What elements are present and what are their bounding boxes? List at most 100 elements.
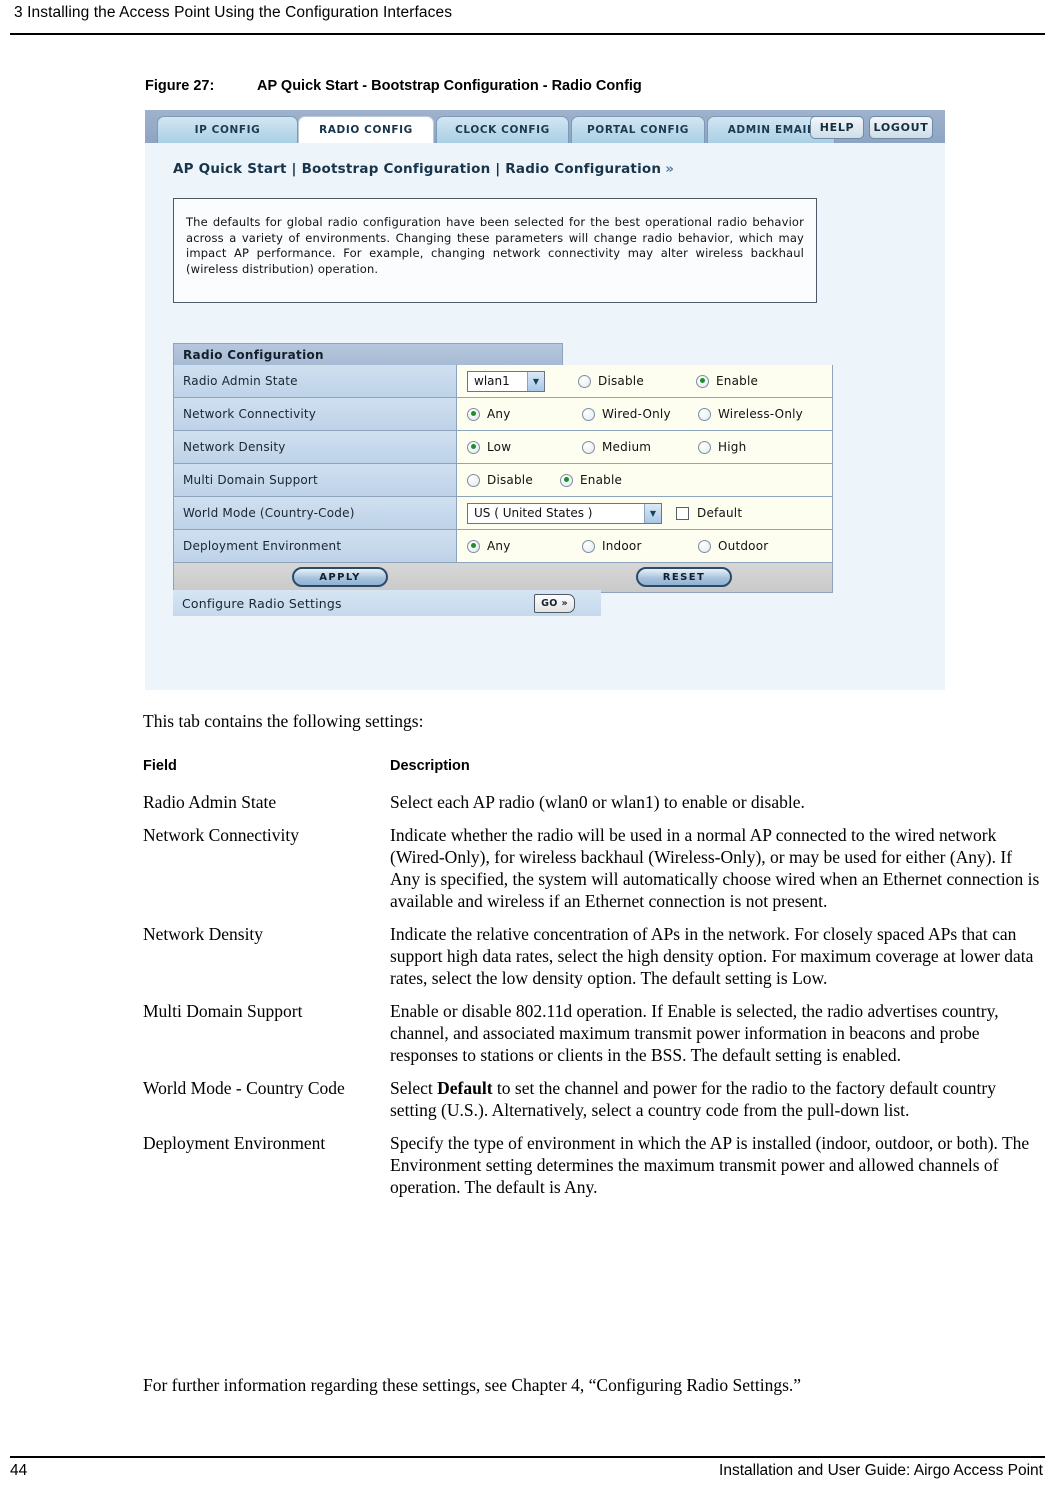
reset-button-label: RESET: [662, 571, 706, 583]
field-control: Any Indoor Outdoor: [457, 530, 832, 562]
table-row: Network Connectivity Indicate whether th…: [143, 824, 1045, 912]
form-row-network-connectivity: Network Connectivity Any Wired-Only Wire…: [173, 398, 833, 431]
radio-dot-icon: [698, 407, 711, 421]
field-control: wlan1 ▼ Disable Enable: [457, 365, 832, 397]
chevron-down-icon: ▼: [644, 503, 661, 523]
table-row: World Mode - Country Code Select Default…: [143, 1077, 1045, 1121]
apply-button[interactable]: APPLY: [292, 567, 388, 587]
tab-portal-config[interactable]: PORTAL CONFIG: [571, 116, 705, 143]
radio-option-label: Any: [487, 407, 511, 421]
footer-page-number: 44: [10, 1462, 28, 1479]
table-row: Multi Domain Support Enable or disable 8…: [143, 1000, 1045, 1066]
help-button[interactable]: HELP: [810, 116, 864, 139]
radio-dot-icon: [698, 539, 711, 553]
figure-title: AP Quick Start - Bootstrap Configuration…: [257, 78, 642, 94]
radio-option-wired-only[interactable]: Wired-Only: [582, 407, 698, 421]
default-checkbox[interactable]: Default: [676, 506, 742, 520]
radio-admin-state-options: Disable Enable: [578, 374, 758, 388]
ui-body: AP Quick Start | Bootstrap Configuration…: [145, 143, 945, 690]
tab-strip: IP CONFIG RADIO CONFIG CLOCK CONFIG PORT…: [145, 110, 945, 143]
radio-option-disable[interactable]: Disable: [467, 473, 560, 487]
figure-number: Figure 27:: [145, 78, 215, 94]
tab-label: ADMIN EMAIL: [727, 124, 815, 136]
figure-caption: Figure 27: AP Quick Start - Bootstrap Con…: [145, 78, 642, 94]
section-header-label: Radio Configuration: [183, 347, 324, 362]
tab-label: PORTAL CONFIG: [587, 124, 689, 136]
form-row-radio-admin-state: Radio Admin State wlan1 ▼ Disable Enable: [173, 365, 833, 398]
radio-option-medium[interactable]: Medium: [582, 440, 698, 454]
footer-title: Installation and User Guide: Airgo Acces…: [719, 1462, 1043, 1479]
configure-radio-settings-row: Configure Radio Settings GO »: [173, 590, 601, 616]
radio-option-label: Disable: [487, 473, 533, 487]
radio-option-indoor[interactable]: Indoor: [582, 539, 698, 553]
configure-radio-settings-label: Configure Radio Settings: [182, 595, 342, 611]
deployment-environment-options: Any Indoor Outdoor: [467, 539, 768, 553]
help-button-label: HELP: [819, 121, 855, 134]
field-label: Deployment Environment: [174, 530, 457, 562]
header-rule: [10, 33, 1045, 35]
tab-radio-config[interactable]: RADIO CONFIG: [298, 116, 434, 143]
tab-label: RADIO CONFIG: [319, 124, 413, 136]
radio-option-wireless-only[interactable]: Wireless-Only: [698, 407, 803, 421]
radio-option-low[interactable]: Low: [467, 440, 582, 454]
go-button[interactable]: GO »: [534, 593, 575, 613]
field-control: Disable Enable: [457, 464, 832, 496]
radio-option-label: Outdoor: [718, 539, 769, 553]
desc-bold: Default: [437, 1078, 493, 1098]
closing-paragraph: For further information regarding these …: [143, 1375, 802, 1395]
radio-option-high[interactable]: High: [698, 440, 746, 454]
radio-option-label: Indoor: [602, 539, 642, 553]
tab-clock-config[interactable]: CLOCK CONFIG: [436, 116, 569, 143]
tab-label: CLOCK CONFIG: [455, 124, 550, 136]
radio-option-any[interactable]: Any: [467, 407, 582, 421]
row-field: Network Density: [143, 924, 264, 944]
radio-dot-icon: [467, 407, 480, 421]
radio-option-label: Enable: [580, 473, 623, 487]
row-field: Radio Admin State: [143, 792, 277, 812]
radio-option-enable[interactable]: Enable: [560, 473, 622, 487]
country-code-select[interactable]: US ( United States ) ▼: [467, 502, 662, 524]
multi-domain-support-options: Disable Enable: [467, 473, 622, 487]
logout-button[interactable]: LOGOUT: [869, 116, 933, 139]
select-value: wlan1: [474, 374, 510, 388]
radio-dot-icon: [698, 440, 711, 454]
row-field: Multi Domain Support: [143, 1001, 303, 1021]
reset-button[interactable]: RESET: [636, 567, 732, 587]
chevron-down-icon: ▼: [527, 371, 544, 391]
checkbox-icon: [676, 506, 689, 520]
running-head: 3 Installing the Access Point Using the …: [14, 4, 453, 21]
radio-admin-state-select[interactable]: wlan1 ▼: [467, 370, 545, 392]
radio-dot-icon: [696, 374, 709, 388]
network-connectivity-options: Any Wired-Only Wireless-Only: [467, 407, 803, 421]
radio-option-any[interactable]: Any: [467, 539, 582, 553]
radio-option-label: Wireless-Only: [718, 407, 803, 421]
row-field: Deployment Environment: [143, 1133, 326, 1153]
row-description: Enable or disable 802.11d operation. If …: [390, 1001, 999, 1065]
field-label: Radio Admin State: [174, 365, 457, 397]
radio-dot-icon: [467, 440, 480, 454]
field-control: Low Medium High: [457, 431, 832, 463]
radio-dot-icon: [582, 539, 595, 553]
radio-option-label: Wired-Only: [602, 407, 671, 421]
radio-option-enable[interactable]: Enable: [696, 374, 758, 388]
radio-option-outdoor[interactable]: Outdoor: [698, 539, 768, 553]
footer-rule: [10, 1456, 1045, 1458]
radio-option-disable[interactable]: Disable: [578, 374, 696, 388]
row-field: World Mode - Country Code: [143, 1078, 345, 1098]
row-description: Select each AP radio (wlan0 or wlan1) to…: [390, 792, 805, 812]
radio-dot-icon: [467, 473, 480, 487]
radio-dot-icon: [467, 539, 480, 553]
table-header-row: Field Description: [143, 755, 1045, 777]
tab-ip-config[interactable]: IP CONFIG: [157, 116, 298, 143]
section-header: Radio Configuration: [173, 343, 563, 365]
form-row-network-density: Network Density Low Medium High: [173, 431, 833, 464]
radio-option-label: Any: [487, 539, 511, 553]
field-label: Network Density: [174, 431, 457, 463]
radio-dot-icon: [560, 473, 573, 487]
row-field: Network Connectivity: [143, 825, 300, 845]
logout-button-label: LOGOUT: [873, 121, 929, 134]
column-header-field: Field: [143, 758, 177, 774]
table-row: Network Density Indicate the relative co…: [143, 923, 1045, 989]
info-note-box: The defaults for global radio configurat…: [173, 198, 817, 303]
form-action-bar: APPLY RESET: [173, 563, 833, 593]
